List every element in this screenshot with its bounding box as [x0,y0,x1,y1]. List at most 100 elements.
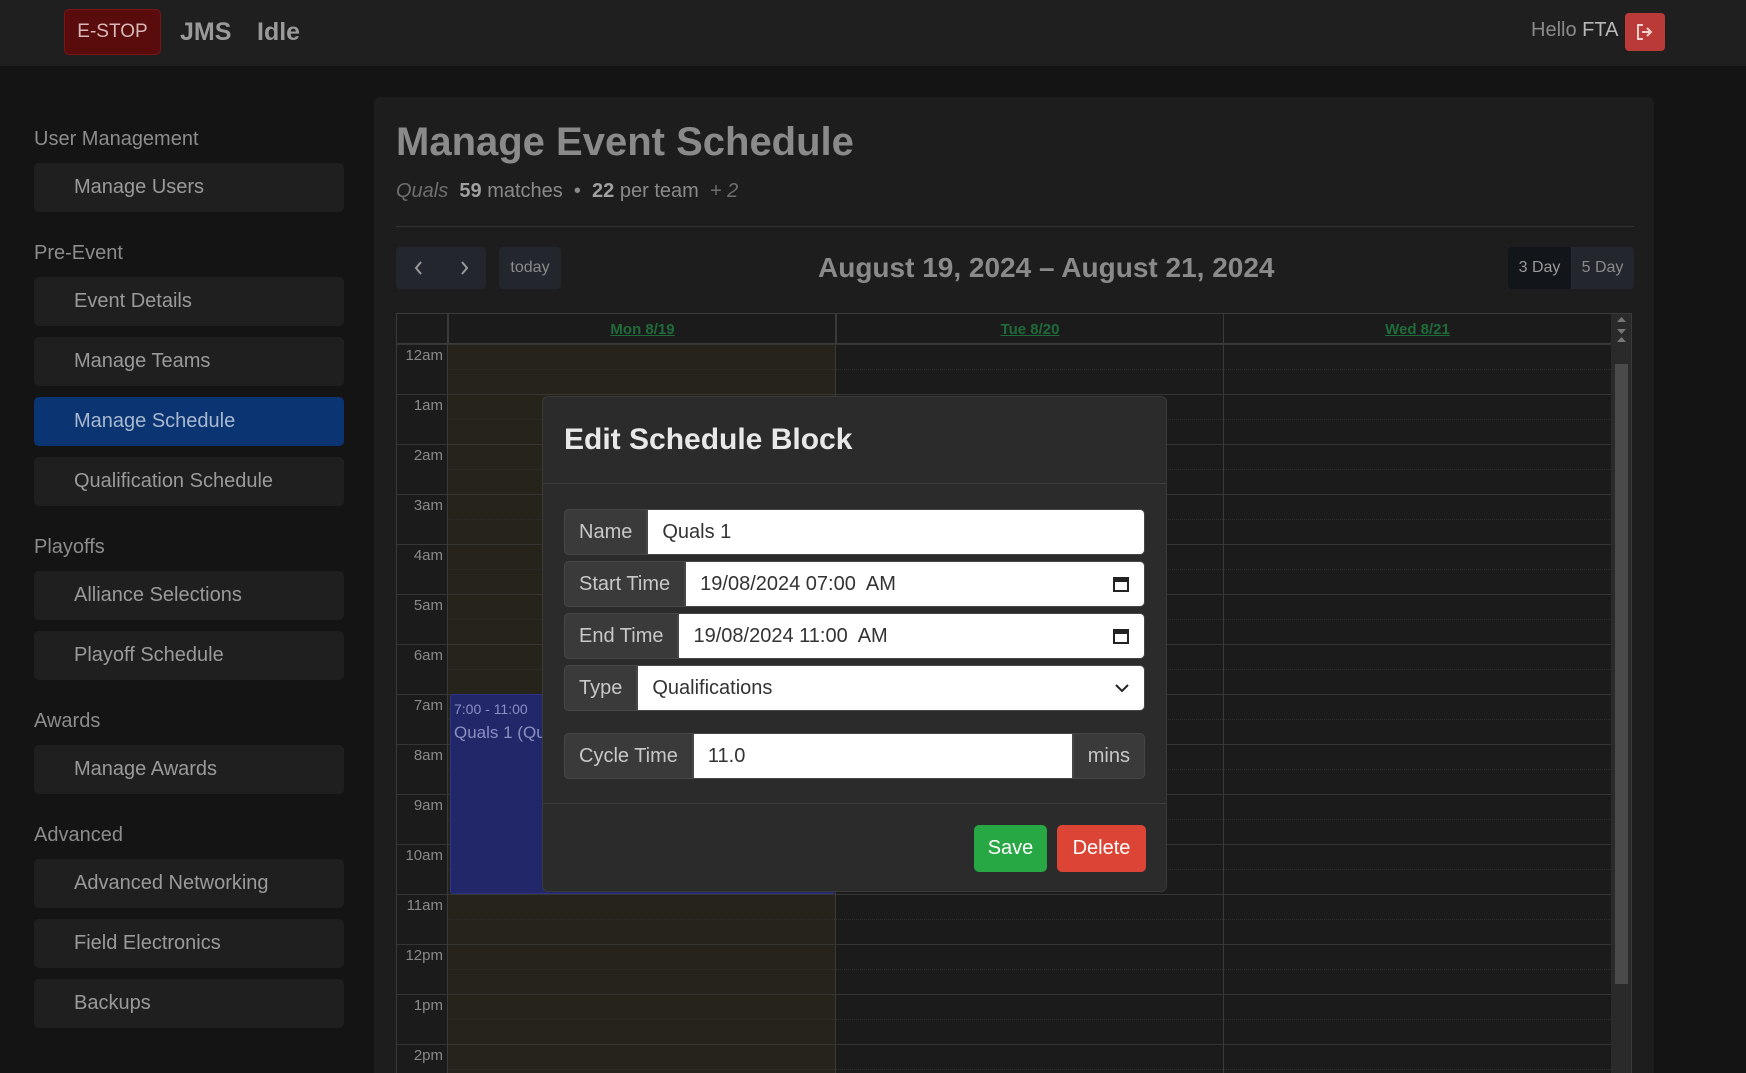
cycle-time-input[interactable]: 11.0 [692,733,1073,779]
day-header-wed[interactable]: Wed 8/21 [1223,314,1611,344]
next-button[interactable] [441,247,486,289]
sidebar-item-manage-schedule[interactable]: Manage Schedule [34,397,344,446]
sidebar-item-event-details[interactable]: Event Details [34,277,344,326]
user-greeting: Hello FTA [1531,19,1618,42]
hour-line [397,394,1611,395]
hour-line [397,1044,1611,1045]
start-time-input[interactable]: 19/08/2024 07:00 AM [685,561,1145,607]
save-button[interactable]: Save [974,825,1047,872]
section-user-management: User Management [34,128,199,150]
scroll-up-icon [1617,317,1626,342]
cycle-time-value: 11.0 [707,744,746,767]
sidebar-item-backups[interactable]: Backups [34,979,344,1028]
end-time-input[interactable]: 19/08/2024 11:00 AM [678,613,1145,659]
hour-line [397,944,1611,945]
hour-label: 12am [405,347,443,364]
hour-line [397,894,1611,895]
schedule-summary: Quals 59 matches • 22 per team + 2 [396,180,738,203]
hour-label: 4am [413,547,443,564]
username: FTA [1582,19,1619,41]
type-select[interactable]: Qualifications [637,665,1145,711]
name-label: Name [564,509,648,555]
hour-label: 7am [413,697,443,714]
sidebar-item-manage-users[interactable]: Manage Users [34,163,344,212]
modal-title: Edit Schedule Block [564,423,853,456]
half-hour-line [447,969,1611,970]
hour-label: 8am [413,747,443,764]
half-hour-line [447,1019,1611,1020]
estop-button[interactable]: E-STOP [64,9,161,55]
day-header-mon[interactable]: Mon 8/19 [448,314,836,344]
hour-label: 5am [413,597,443,614]
logout-icon [1637,24,1653,40]
hour-label: 1am [413,397,443,414]
day-header-tue[interactable]: Tue 8/20 [836,314,1223,344]
cycle-time-label: Cycle Time [564,733,693,779]
hour-label: 1pm [413,997,443,1014]
date-range-title: August 19, 2024 – August 21, 2024 [818,252,1275,283]
divider [396,226,1634,227]
hour-line [397,994,1611,995]
name-value: Quals 1 [662,520,732,543]
section-advanced: Advanced [34,824,123,846]
match-count: 59 [459,180,482,202]
section-awards: Awards [34,710,101,732]
sidebar-item-advanced-networking[interactable]: Advanced Networking [34,859,344,908]
end-time-field-group: End Time 19/08/2024 11:00 AM [564,613,1145,659]
grid-divider [447,314,448,1073]
calendar-scrollbar[interactable] [1611,314,1631,1073]
today-button[interactable]: today [499,247,561,289]
hour-label: 12pm [405,947,443,964]
section-playoffs: Playoffs [34,536,105,558]
half-hour-line [447,1069,1611,1070]
sidebar-item-field-electronics[interactable]: Field Electronics [34,919,344,968]
sidebar: User Management Manage Users Pre-Event E… [34,120,344,1028]
modal-divider [543,803,1166,804]
scroll-thumb[interactable] [1615,364,1628,984]
hour-label: 3am [413,497,443,514]
chevron-right-icon [460,261,468,275]
name-field-group: Name Quals 1 [564,509,1145,555]
prev-button[interactable] [396,247,441,289]
delete-button[interactable]: Delete [1057,825,1146,872]
cycle-time-field-group: Cycle Time 11.0 mins [564,733,1145,779]
section-pre-event: Pre-Event [34,242,123,264]
hour-label: 6am [413,647,443,664]
sidebar-item-playoff-schedule[interactable]: Playoff Schedule [34,631,344,680]
half-hour-line [447,369,1611,370]
start-time-label: Start Time [564,561,686,607]
name-input[interactable]: Quals 1 [647,509,1145,555]
sidebar-item-manage-awards[interactable]: Manage Awards [34,745,344,794]
calendar-icon[interactable] [1112,627,1130,645]
view-3-day-button[interactable]: 3 Day [1508,247,1571,289]
end-time-value: 19/08/2024 11:00 AM [693,624,888,647]
calendar-icon[interactable] [1112,575,1130,593]
calendar-header-row: Mon 8/19 Tue 8/20 Wed 8/21 [397,314,1611,344]
chevron-left-icon [414,261,422,275]
sidebar-item-manage-teams[interactable]: Manage Teams [34,337,344,386]
chevron-down-icon [1115,684,1129,693]
type-field-group: Type Qualifications [564,665,1145,711]
end-time-label: End Time [564,613,679,659]
edit-schedule-modal: Edit Schedule Block Name Quals 1 Start T… [542,396,1167,892]
page-title: Manage Event Schedule [396,120,854,164]
type-value: Qualifications [652,676,773,699]
grid-divider [1223,314,1224,1073]
sidebar-item-qualification-schedule[interactable]: Qualification Schedule [34,457,344,506]
modal-divider [543,483,1166,484]
hour-label: 9am [413,797,443,814]
sidebar-item-alliance-selections[interactable]: Alliance Selections [34,571,344,620]
summary-type: Quals [396,180,449,202]
brand-title[interactable]: JMS [180,18,231,47]
cycle-time-unit: mins [1072,733,1145,779]
view-5-day-button[interactable]: 5 Day [1571,247,1634,289]
logout-button[interactable] [1625,13,1665,51]
hour-line [397,344,1611,345]
extra-blocks: + 2 [709,180,739,202]
hour-label: 2am [413,447,443,464]
match-label: matches [487,180,563,202]
top-navbar: E-STOP JMS Idle Hello FTA [0,0,1746,66]
hour-label: 2pm [413,1047,443,1064]
summary-bullet: • [573,180,581,202]
per-team-label: per team [619,180,699,202]
